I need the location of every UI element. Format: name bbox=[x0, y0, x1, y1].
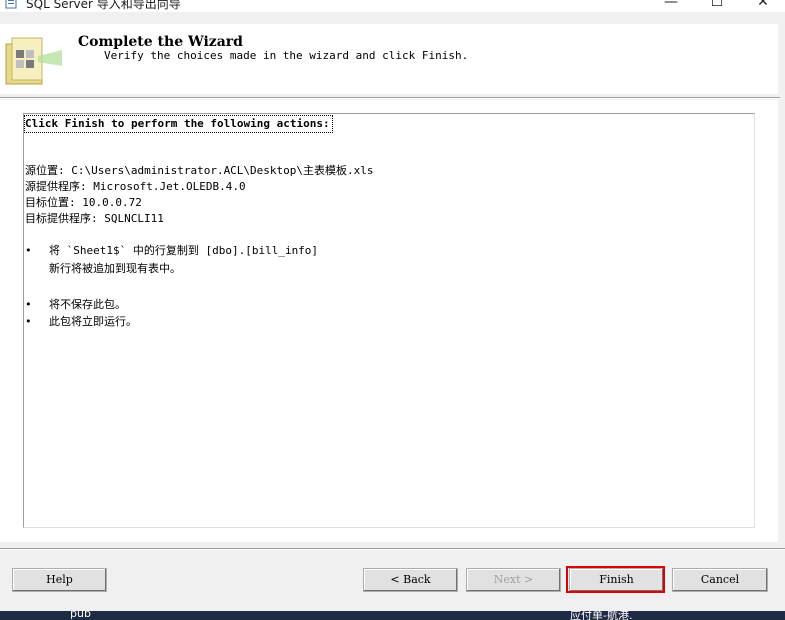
taskbar-item-payable[interactable]: 应付单-航港. bbox=[570, 611, 632, 620]
help-button[interactable]: Help bbox=[12, 568, 107, 592]
maximize-button[interactable]: ☐ bbox=[694, 0, 740, 12]
app-icon bbox=[5, 0, 17, 9]
taskbar: pub 应付单-航港. bbox=[0, 611, 785, 620]
minimize-button[interactable]: — bbox=[648, 0, 694, 12]
bullet-marker: • bbox=[25, 244, 32, 257]
bullet-marker: • bbox=[25, 298, 32, 311]
destination-provider-line: 目标提供程序: SQLNCLI11 bbox=[25, 212, 164, 225]
footer-divider bbox=[0, 548, 785, 550]
summary-heading: Click Finish to perform the following ac… bbox=[24, 115, 333, 133]
wizard-folder-icon bbox=[5, 37, 62, 85]
source-location-line: 源位置: C:\Users\administrator.ACL\Desktop\… bbox=[25, 164, 374, 177]
action-no-save-package: 将不保存此包。 bbox=[49, 298, 126, 311]
cancel-button[interactable]: Cancel bbox=[672, 568, 768, 592]
close-button[interactable]: ✕ bbox=[740, 0, 785, 12]
title-bar: SQL Server 导入和导出向导 — ☐ ✕ bbox=[0, 0, 785, 12]
action-append-rows: 新行将被追加到现有表中。 bbox=[49, 262, 181, 275]
next-button[interactable]: Next > bbox=[466, 568, 561, 592]
action-copy-rows: 将 `Sheet1$` 中的行复制到 [dbo].[bill_info] bbox=[49, 244, 319, 257]
action-run-immediately: 此包将立即运行。 bbox=[49, 315, 137, 328]
summary-textbox[interactable]: Click Finish to perform the following ac… bbox=[23, 113, 755, 528]
finish-button[interactable]: Finish bbox=[569, 568, 664, 592]
source-provider-line: 源提供程序: Microsoft.Jet.OLEDB.4.0 bbox=[25, 180, 246, 193]
window-title: SQL Server 导入和导出向导 bbox=[26, 0, 181, 11]
bullet-marker: • bbox=[25, 315, 32, 328]
page-title: Complete the Wizard bbox=[78, 34, 243, 50]
header-divider bbox=[0, 97, 780, 99]
wizard-header: Complete the Wizard Verify the choices m… bbox=[0, 24, 778, 94]
destination-location-line: 目标位置: 10.0.0.72 bbox=[25, 196, 142, 209]
page-subtitle: Verify the choices made in the wizard an… bbox=[104, 49, 469, 62]
taskbar-item-pub[interactable]: pub bbox=[70, 611, 91, 620]
back-button[interactable]: < Back bbox=[363, 568, 458, 592]
